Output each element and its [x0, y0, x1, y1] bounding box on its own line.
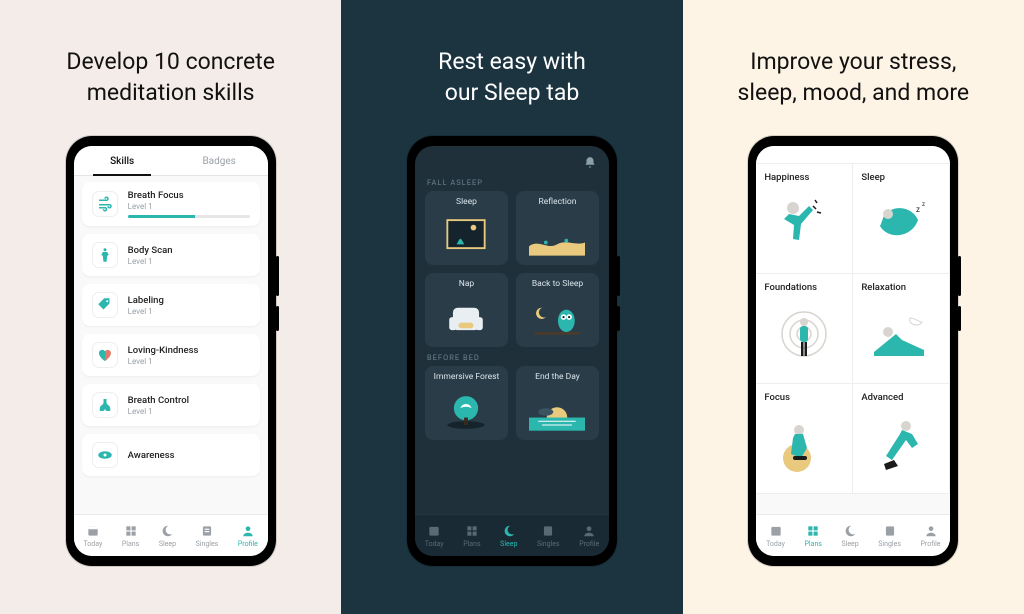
section-label: BEFORE BED	[415, 347, 609, 366]
nav-plans[interactable]: Plans	[805, 524, 822, 548]
nav-sleep[interactable]: Sleep	[500, 524, 517, 548]
list-item[interactable]: Labeling Level 1	[82, 284, 260, 326]
nav-today[interactable]: Today	[425, 524, 444, 548]
category-happiness[interactable]: Happiness	[756, 164, 853, 274]
bottom-nav: Today Plans Sleep Singles Profile	[74, 514, 268, 556]
nav-today[interactable]: Today	[83, 524, 102, 548]
nav-singles[interactable]: Singles	[196, 524, 219, 548]
headline-line2: sleep, mood, and more	[738, 79, 970, 106]
jumping-person-icon	[764, 185, 844, 269]
list-item[interactable]: Loving-Kindness Level 1	[82, 334, 260, 376]
tile-back-to-sleep[interactable]: Back to Sleep	[516, 273, 599, 347]
category-grid: Happiness Sleep zz Foundations	[756, 164, 950, 494]
armchair-icon	[429, 292, 504, 343]
nav-plans[interactable]: Plans	[463, 524, 480, 548]
body-icon	[92, 242, 118, 268]
phone-screen: Happiness Sleep zz Foundations	[756, 146, 950, 556]
radar-person-icon	[764, 295, 844, 379]
marketing-panel-categories: Improve your stress, sleep, mood, and mo…	[683, 0, 1024, 614]
skill-name: Body Scan	[128, 245, 250, 256]
tab-skills[interactable]: Skills	[74, 146, 171, 175]
skill-level: Level 1	[128, 407, 250, 416]
nav-sleep[interactable]: Sleep	[841, 524, 858, 548]
nav-profile[interactable]: Profile	[921, 524, 941, 548]
running-person-icon	[861, 405, 941, 489]
desert-icon	[520, 210, 595, 261]
nav-sleep[interactable]: Sleep	[159, 524, 176, 548]
skill-name: Labeling	[128, 295, 250, 306]
tile-reflection[interactable]: Reflection	[516, 191, 599, 265]
tile-end-the-day[interactable]: End the Day	[516, 366, 599, 440]
tile-immersive-forest[interactable]: Immersive Forest	[425, 366, 508, 440]
phone-mockup: Happiness Sleep zz Foundations	[748, 136, 958, 566]
lounging-person-icon	[861, 295, 941, 379]
skill-level: Level 1	[128, 357, 250, 366]
skill-meta: Breath Focus Level 1	[128, 190, 250, 218]
tab-badges[interactable]: Badges	[171, 146, 268, 175]
headline-line2: meditation skills	[87, 79, 255, 106]
sunset-icon	[520, 385, 595, 436]
skill-level: Level 1	[128, 202, 250, 211]
progress-bar	[128, 215, 250, 218]
headline-line2: our Sleep tab	[445, 79, 580, 106]
nav-singles[interactable]: Singles	[878, 524, 901, 548]
category-sleep[interactable]: Sleep zz	[853, 164, 950, 274]
tabs: Skills Badges	[74, 146, 268, 176]
header-spacer	[756, 146, 950, 164]
nav-singles[interactable]: Singles	[537, 524, 560, 548]
bell-icon[interactable]	[583, 156, 597, 170]
headline-line1: Improve your stress,	[750, 48, 956, 75]
phone-mockup: FALL ASLEEP Sleep Reflection Nap	[407, 136, 617, 566]
category-relaxation[interactable]: Relaxation	[853, 274, 950, 384]
nav-profile[interactable]: Profile	[238, 524, 258, 548]
skills-list: Breath Focus Level 1 Body Scan Level 1	[74, 176, 268, 484]
bottom-nav: Today Plans Sleep Singles Profile	[756, 514, 950, 556]
headline-line1: Develop 10 concrete	[66, 48, 275, 75]
nav-plans[interactable]: Plans	[122, 524, 139, 548]
tag-icon	[92, 292, 118, 318]
list-item[interactable]: Body Scan Level 1	[82, 234, 260, 276]
eye-icon	[92, 442, 118, 468]
bottom-nav: Today Plans Sleep Singles Profile	[415, 514, 609, 556]
nav-today[interactable]: Today	[766, 524, 785, 548]
list-item[interactable]: Breath Control Level 1	[82, 384, 260, 426]
sleep-header	[415, 146, 609, 172]
skill-name: Breath Control	[128, 395, 250, 406]
sleep-window-icon	[429, 210, 504, 261]
wind-icon	[92, 191, 118, 217]
svg-text:z: z	[922, 201, 925, 208]
marketing-panel-sleep: Rest easy with our Sleep tab FALL ASLEEP…	[341, 0, 682, 614]
tile-grid: Sleep Reflection Nap	[415, 191, 609, 347]
skill-level: Level 1	[128, 257, 250, 266]
phone-mockup: Skills Badges Breath Focus Level 1	[66, 136, 276, 566]
owl-icon	[520, 292, 595, 343]
phone-screen: Skills Badges Breath Focus Level 1	[74, 146, 268, 556]
svg-text:z: z	[916, 205, 920, 214]
headline: Rest easy with our Sleep tab	[438, 46, 586, 108]
kneeling-person-icon	[764, 405, 844, 489]
tile-nap[interactable]: Nap	[425, 273, 508, 347]
category-focus[interactable]: Focus	[756, 384, 853, 494]
tile-grid: Immersive Forest End the Day	[415, 366, 609, 440]
sleeping-person-icon: zz	[861, 185, 941, 269]
nav-profile[interactable]: Profile	[579, 524, 599, 548]
skill-name: Loving-Kindness	[128, 345, 250, 356]
skill-name: Awareness	[128, 450, 250, 461]
category-foundations[interactable]: Foundations	[756, 274, 853, 384]
category-advanced[interactable]: Advanced	[853, 384, 950, 494]
lungs-icon	[92, 392, 118, 418]
heart-icon	[92, 342, 118, 368]
marketing-panel-skills: Develop 10 concrete meditation skills Sk…	[0, 0, 341, 614]
skill-level: Level 1	[128, 307, 250, 316]
headline-line1: Rest easy with	[438, 48, 586, 75]
headline: Improve your stress, sleep, mood, and mo…	[738, 46, 970, 108]
headline: Develop 10 concrete meditation skills	[66, 46, 275, 108]
list-item[interactable]: Breath Focus Level 1	[82, 182, 260, 226]
tile-sleep[interactable]: Sleep	[425, 191, 508, 265]
tree-icon	[429, 385, 504, 436]
section-label: FALL ASLEEP	[415, 172, 609, 191]
list-item[interactable]: Awareness	[82, 434, 260, 476]
phone-screen: FALL ASLEEP Sleep Reflection Nap	[415, 146, 609, 556]
skill-name: Breath Focus	[128, 190, 250, 201]
